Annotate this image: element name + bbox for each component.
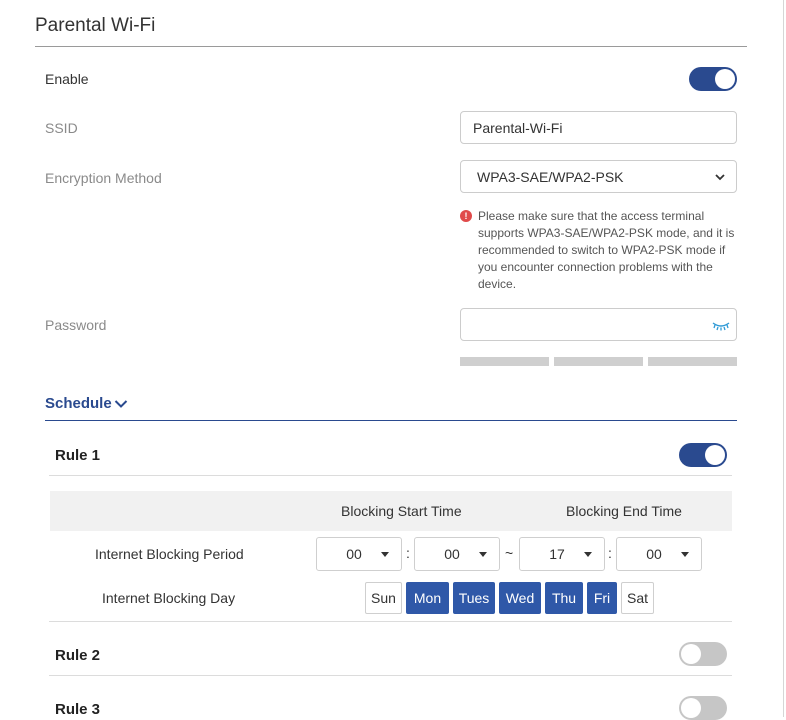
password-input[interactable] — [460, 308, 737, 341]
caret-down-icon — [584, 552, 592, 557]
password-strength-bar-1 — [460, 357, 549, 366]
page-edge-divider — [783, 0, 784, 717]
schedule-toggle[interactable]: Schedule — [45, 395, 128, 412]
encryption-select[interactable]: WPA3-SAE/WPA2-PSK — [460, 160, 737, 193]
day-sun-button[interactable]: Sun — [365, 582, 402, 614]
end-minute-value: 00 — [646, 546, 662, 562]
rule-3-toggle[interactable] — [679, 696, 727, 720]
day-wed-button[interactable]: Wed — [499, 582, 541, 614]
ssid-input[interactable] — [460, 111, 737, 144]
rule-1-divider — [49, 475, 732, 476]
blocking-day-label: Internet Blocking Day — [102, 590, 236, 606]
warning-icon: ! — [460, 210, 472, 222]
day-sat-button[interactable]: Sat — [621, 582, 654, 614]
caret-down-icon — [479, 552, 487, 557]
page-title: Parental Wi-Fi — [35, 15, 156, 36]
enable-toggle[interactable] — [689, 67, 737, 91]
chevron-down-icon — [114, 399, 127, 408]
end-minute-select[interactable]: 00 — [616, 537, 702, 571]
rule-1-toggle[interactable] — [679, 443, 727, 467]
warning-text: Please make sure that the access termina… — [478, 209, 735, 291]
encryption-label: Encryption Method — [45, 170, 162, 186]
start-minute-select[interactable]: 00 — [414, 537, 500, 571]
chevron-down-icon — [715, 173, 725, 180]
end-hour-value: 17 — [549, 546, 565, 562]
caret-down-icon — [381, 552, 389, 557]
enable-label: Enable — [45, 71, 89, 87]
blocking-period-label: Internet Blocking Period — [95, 546, 244, 562]
rule-3-title: Rule 3 — [55, 701, 101, 718]
start-hour-value: 00 — [346, 546, 362, 562]
end-hour-select[interactable]: 17 — [519, 537, 605, 571]
day-tues-button[interactable]: Tues — [453, 582, 495, 614]
start-hour-select[interactable]: 00 — [316, 537, 402, 571]
title-divider — [35, 46, 747, 47]
caret-down-icon — [681, 552, 689, 557]
range-separator: ~ — [505, 545, 514, 561]
toggle-knob — [705, 445, 725, 465]
blocking-end-header: Blocking End Time — [566, 503, 682, 519]
day-thu-button[interactable]: Thu — [545, 582, 583, 614]
eye-closed-icon[interactable] — [712, 318, 730, 332]
blocking-start-header: Blocking Start Time — [341, 503, 462, 519]
rule-1-title: Rule 1 — [55, 447, 101, 464]
start-time-separator: : — [406, 545, 410, 561]
password-label: Password — [45, 317, 107, 333]
toggle-knob — [681, 698, 701, 718]
day-fri-button[interactable]: Fri — [587, 582, 617, 614]
encryption-selected-value: WPA3-SAE/WPA2-PSK — [477, 168, 624, 185]
rule-2-title: Rule 2 — [55, 647, 101, 664]
schedule-label: Schedule — [45, 395, 112, 412]
day-mon-button[interactable]: Mon — [406, 582, 449, 614]
schedule-divider — [45, 420, 737, 421]
password-strength-bar-2 — [554, 357, 643, 366]
rule-2-divider — [49, 675, 732, 676]
start-minute-value: 00 — [444, 546, 460, 562]
ssid-label: SSID — [45, 120, 78, 136]
toggle-knob — [681, 644, 701, 664]
encryption-warning: ! Please make sure that the access termi… — [460, 208, 740, 293]
end-time-separator: : — [608, 545, 612, 561]
password-strength-bar-3 — [648, 357, 737, 366]
rule-2-toggle[interactable] — [679, 642, 727, 666]
toggle-knob — [715, 69, 735, 89]
rule-1-bottom-divider — [49, 621, 732, 622]
